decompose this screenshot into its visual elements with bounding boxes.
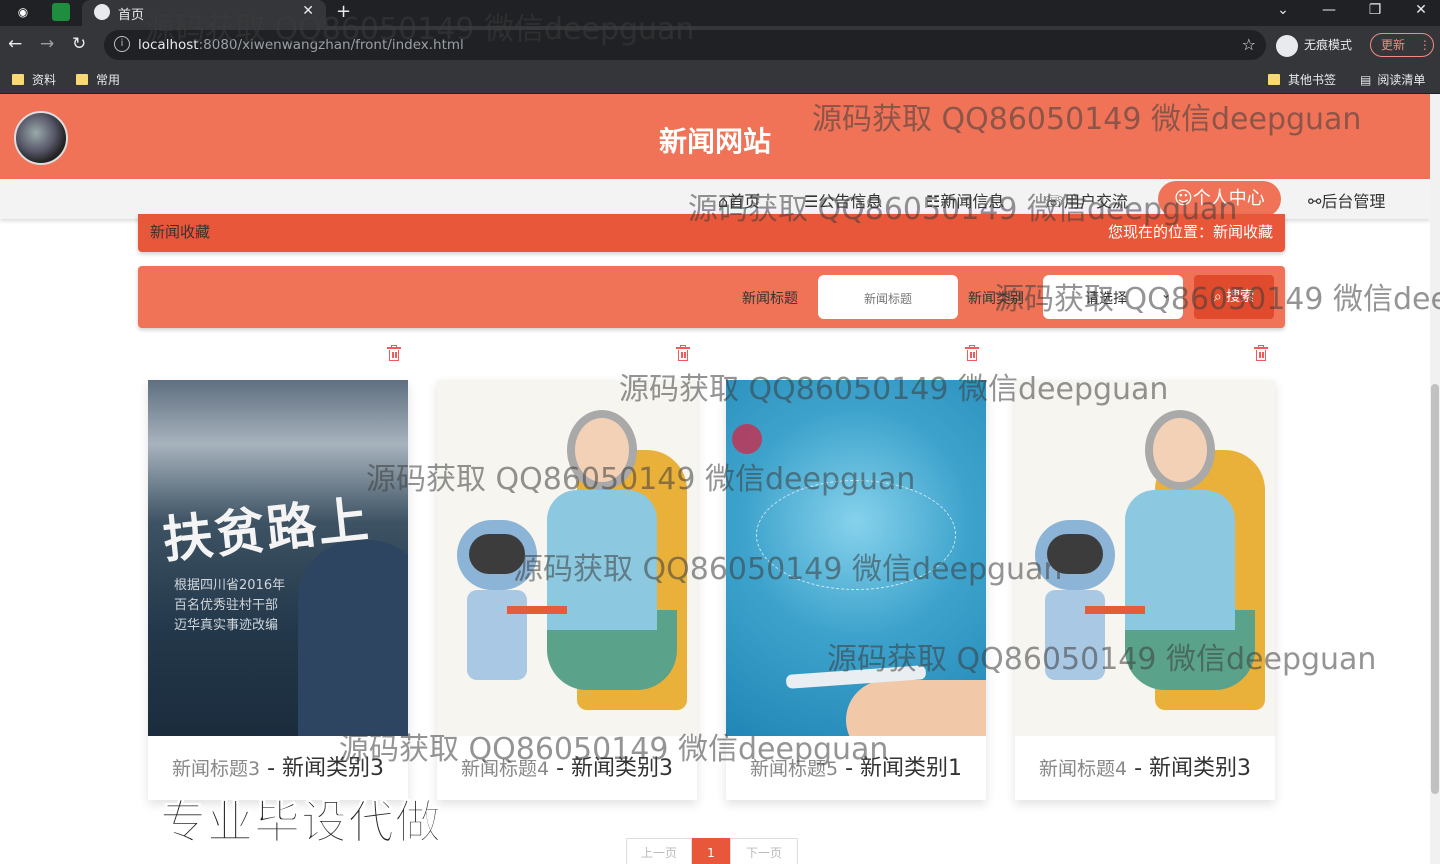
reload-icon[interactable]: ↻ bbox=[72, 34, 86, 54]
tab-search-icon[interactable]: ⌄ bbox=[1260, 0, 1306, 26]
delete-icon[interactable] bbox=[965, 345, 979, 362]
title-search-input[interactable]: 新闻标题 bbox=[818, 275, 958, 319]
delete-icon[interactable] bbox=[387, 345, 401, 362]
page-1-button[interactable]: 1 bbox=[692, 838, 730, 864]
watermark-text: 源码获取 QQ86050149 微信deepguan bbox=[994, 282, 1440, 317]
bookmark-folder[interactable]: 常用 bbox=[76, 71, 120, 88]
close-window-icon[interactable]: ✕ bbox=[1398, 0, 1440, 26]
promo-overlay: 专业毕设代做 bbox=[160, 795, 442, 850]
watermark-text: 源码获取 QQ86050149 微信deepguan bbox=[812, 102, 1362, 137]
news-card[interactable]: 新闻标题4 - 新闻类别3 bbox=[1015, 380, 1275, 800]
bookmark-folder[interactable]: 资料 bbox=[12, 71, 56, 88]
cursor-highlight bbox=[732, 424, 762, 454]
incognito-icon bbox=[1276, 34, 1298, 57]
card-caption[interactable]: 新闻标题4 - 新闻类别3 bbox=[1015, 750, 1275, 782]
next-page-button[interactable]: 下一页 bbox=[730, 838, 798, 864]
forward-icon[interactable]: → bbox=[40, 34, 54, 54]
link-icon: ⚯ bbox=[1308, 192, 1322, 211]
watermark-text: 源码获取 QQ86050149 微信deepguan bbox=[145, 12, 695, 47]
section-title: 新闻收藏 bbox=[150, 223, 211, 241]
tab-title: 首页 bbox=[118, 8, 145, 23]
prev-page-button[interactable]: 上一页 bbox=[626, 838, 692, 864]
reading-list[interactable]: ▤ 阅读清单 bbox=[1360, 71, 1425, 88]
update-button[interactable]: 更新 ⋮ bbox=[1370, 33, 1434, 57]
menu-dots-icon: ⋮ bbox=[1418, 38, 1431, 52]
watermark-text: 源码获取 QQ86050149 微信deepguan bbox=[339, 732, 889, 767]
minimize-icon[interactable]: — bbox=[1306, 0, 1352, 26]
reading-list-icon: ▤ bbox=[1360, 73, 1372, 87]
delete-icon[interactable] bbox=[1254, 345, 1268, 362]
other-bookmarks[interactable]: 其他书签 bbox=[1268, 71, 1336, 88]
tab-favicon-icon bbox=[94, 4, 110, 20]
back-icon[interactable]: ← bbox=[8, 34, 22, 54]
site-info-icon[interactable]: i bbox=[114, 36, 130, 52]
folder-icon bbox=[76, 74, 88, 85]
page-scrollbar[interactable] bbox=[1430, 94, 1440, 864]
title-label: 新闻标题 bbox=[742, 291, 798, 307]
news-image[interactable]: 扶贫路上 根据四川省2016年 百名优秀驻村干部 迈华真实事迹改编 bbox=[148, 380, 408, 736]
scrollbar-thumb[interactable] bbox=[1431, 384, 1439, 794]
delete-icon[interactable] bbox=[676, 345, 690, 362]
watermark-text: 源码获取 QQ86050149 微信deepguan bbox=[688, 192, 1238, 227]
bookmarks-bar: 资料 常用 其他书签 ▤ 阅读清单 bbox=[0, 64, 1440, 94]
bookmark-star-icon[interactable]: ☆ bbox=[1242, 35, 1256, 54]
sheets-app-icon[interactable] bbox=[52, 3, 70, 21]
incognito-indicator[interactable]: 无痕模式 bbox=[1276, 33, 1352, 57]
watermark-text: 源码获取 QQ86050149 微信deepguan bbox=[827, 642, 1377, 677]
watermark-text: 源码获取 QQ86050149 微信deepguan bbox=[513, 552, 1063, 587]
watermark-text: 源码获取 QQ86050149 微信deepguan bbox=[366, 462, 916, 497]
poster-subtext: 根据四川省2016年 百名优秀驻村干部 迈华真实事迹改编 bbox=[174, 578, 286, 633]
watermark-text: 源码获取 QQ86050149 微信deepguan bbox=[619, 372, 1169, 407]
browser-app-icon[interactable]: ◉ bbox=[14, 3, 32, 21]
restore-icon[interactable]: ❐ bbox=[1352, 0, 1398, 26]
folder-icon bbox=[1268, 74, 1280, 85]
nav-admin[interactable]: ⚯后台管理 bbox=[1308, 188, 1385, 212]
folder-icon bbox=[12, 74, 24, 85]
